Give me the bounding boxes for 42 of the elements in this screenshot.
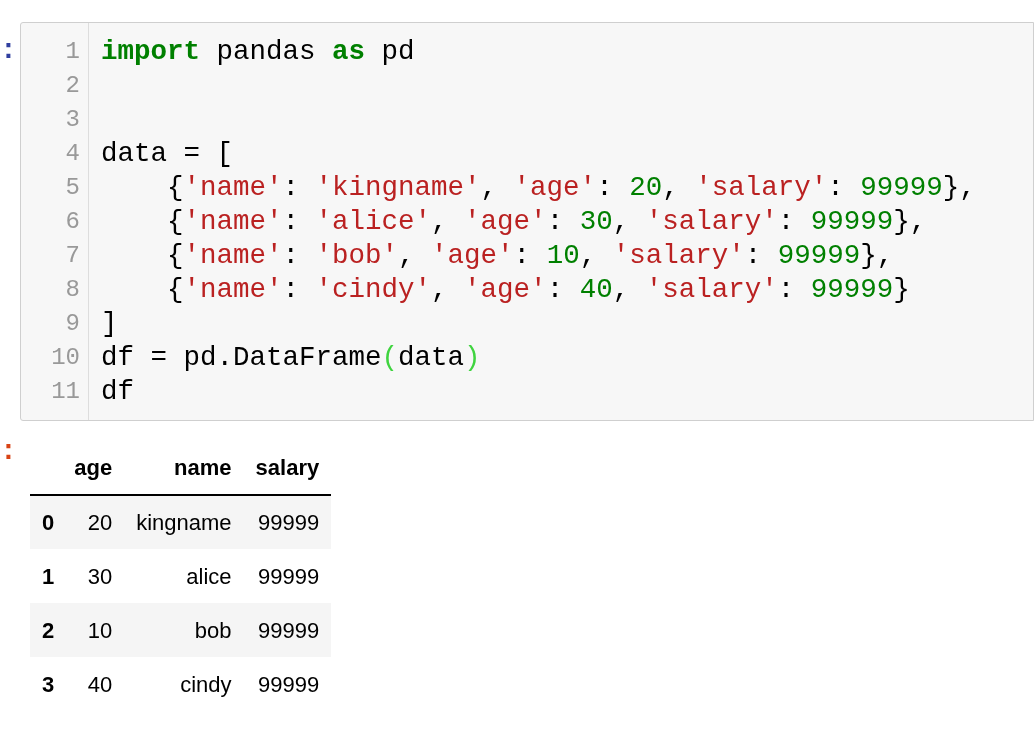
table-cell: 30 [62,549,125,603]
row-index: 3 [30,657,63,711]
line-number: 7 [65,241,80,271]
table-cell: 10 [62,603,125,657]
table-cell: 40 [62,657,125,711]
line-number: 8 [65,275,80,305]
table-cell: bob [124,603,244,657]
line-number: 11 [51,377,80,407]
table-cell: 99999 [243,603,332,657]
table-cell: 99999 [243,549,332,603]
output-prompt: : [0,435,12,469]
table-cell: cindy [124,657,244,711]
code-line: {'name': 'cindy', 'age': 40, 'salary': 99999} [166,274,910,305]
column-header: salary [243,451,332,495]
line-number: 3 [65,105,80,135]
code-line: import pandas as pd [101,36,415,67]
code-line: df = pd.DataFrame(data) [101,342,481,373]
row-index: 1 [30,549,63,603]
row-index: 2 [30,603,63,657]
code-line: {'name': 'bob', 'age': 10, 'salary': 99999}, [166,240,894,271]
line-number: 1 [65,37,80,67]
column-header: age [62,451,125,495]
table-cell: kingname [124,495,244,549]
line-number: 2 [65,71,80,101]
line-number: 10 [51,343,80,373]
table-cell: 20 [62,495,125,549]
input-prompt: : [0,34,12,68]
table-cell: 99999 [243,495,332,549]
table-cell: alice [124,549,244,603]
line-number: 4 [65,139,80,169]
column-header: name [124,451,244,495]
code-line: {'name': 'kingname', 'age': 20, 'salary': 99999}, [166,172,976,203]
code-line: {'name': 'alice', 'age': 30, 'salary': 99999}, [166,206,927,237]
code-line: df [101,376,134,407]
code-line: ] [101,308,118,339]
line-number: 9 [65,309,80,339]
line-number: 5 [65,173,80,203]
table-cell: 99999 [243,657,332,711]
line-number: 6 [65,207,80,237]
code-editor[interactable] [20,22,1034,421]
row-index: 0 [30,495,63,549]
code-line: data = [ [101,138,234,169]
